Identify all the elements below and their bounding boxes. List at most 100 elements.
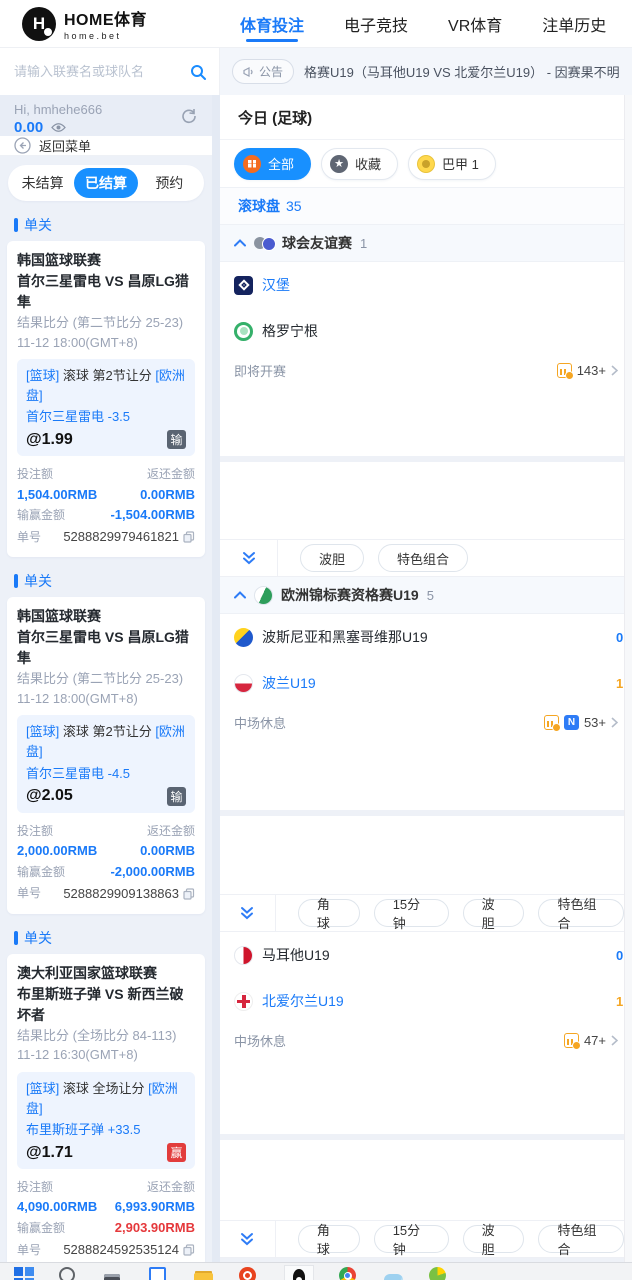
chip-favorites-label: 收藏	[355, 157, 382, 172]
accent-bar	[14, 574, 18, 589]
pnl-value: -1,504.00RMB	[110, 507, 195, 523]
odds-area	[220, 738, 624, 810]
os-taskbar	[0, 1262, 632, 1280]
bet-selection: 首尔三星雷电 -3.5	[26, 409, 131, 425]
browser-app-icon[interactable]	[239, 1267, 256, 1280]
tab-reserved[interactable]: 预约	[138, 168, 201, 198]
correct-score-button[interactable]: 波胆	[462, 897, 525, 931]
result-badge-lose: 输	[167, 430, 186, 450]
bet-odds: @2.05	[26, 787, 73, 805]
qq-penguin-icon	[293, 1269, 305, 1280]
main-nav: 体育投注 电子竞技 VR体育 注单历史 赛果	[218, 0, 632, 48]
nav-sports-betting[interactable]: 体育投注	[240, 0, 304, 48]
bet-league: 韩国篮球联赛	[17, 252, 101, 268]
bosnia-flag-icon	[234, 627, 253, 647]
copy-icon[interactable]	[183, 531, 195, 543]
bet-type-label: 单关	[24, 929, 52, 946]
expand-more-button[interactable]	[220, 1221, 276, 1257]
special-combo-button[interactable]: 特色组合	[378, 544, 469, 572]
file-explorer-icon[interactable]	[194, 1273, 213, 1280]
search-bar	[0, 48, 220, 95]
return-value: 0.00RMB	[140, 486, 195, 502]
copy-icon[interactable]	[183, 888, 195, 900]
stake-label: 投注额	[17, 467, 54, 482]
nav-esports[interactable]: 电子竞技	[344, 0, 408, 48]
bet-teams: 布里斯班子弹 VS 新西兰破坏者	[17, 985, 184, 1023]
bet-card[interactable]: 韩国篮球联赛 首尔三星雷电 VS 昌原LG猎隼 结果比分 (第二节比分 25-2…	[7, 597, 205, 914]
taskbar-search-icon[interactable]	[59, 1267, 75, 1280]
chevron-right-icon	[611, 364, 618, 376]
section-title: 欧洲锦标赛资格赛U19	[281, 587, 419, 603]
filter-chips: 全部 ★ 收藏 巴甲 1	[220, 140, 624, 187]
expand-more-button[interactable]	[220, 895, 276, 931]
back-to-menu[interactable]: 返回菜单	[0, 136, 212, 156]
tab-settled[interactable]: 已结算	[74, 168, 138, 198]
team-row-away[interactable]: 格罗宁根	[220, 308, 624, 354]
bet-card[interactable]: 韩国篮球联赛 首尔三星雷电 VS 昌原LG猎隼 结果比分 (第二节比分 25-2…	[7, 241, 205, 558]
bet-card[interactable]: 澳大利亚国家篮球联赛 布里斯班子弹 VS 新西兰破坏者 结果比分 (全场比分 8…	[7, 953, 205, 1262]
main-panel: 今日 (足球) 全部 ★ 收藏 巴甲 1 滚球盘 35 球会友谊赛 1 汉堡 格…	[220, 95, 624, 1262]
chevron-up-icon	[234, 591, 246, 599]
min15-button[interactable]: 15分钟	[373, 897, 449, 931]
odds-area	[220, 816, 624, 894]
bet-time: 11-12 18:00(GMT+8)	[17, 690, 138, 706]
news-icon: N	[563, 714, 579, 730]
nav-vr-sports[interactable]: VR体育	[448, 0, 502, 48]
task-view-icon[interactable]	[149, 1267, 166, 1280]
qq-app-tile[interactable]	[284, 1265, 314, 1280]
cloud-app-icon[interactable]	[384, 1274, 403, 1280]
corner-button[interactable]: 角球	[297, 897, 360, 931]
expander-bar: 波胆 特色组合	[220, 539, 624, 577]
match-status-row[interactable]: 中场休息 N 53+	[220, 706, 624, 738]
more-markets-count: 143+	[576, 362, 606, 378]
eye-icon[interactable]	[51, 122, 67, 133]
odds-area	[220, 1140, 624, 1220]
refresh-icon[interactable]	[180, 107, 198, 125]
bet-market: 滚球 全场让分	[59, 1080, 149, 1096]
green-app-icon[interactable]	[429, 1267, 446, 1280]
match-status-row[interactable]: 即将开赛 143+	[220, 354, 624, 386]
bet-teams: 首尔三星雷电 VS 昌原LG猎隼	[17, 273, 189, 310]
chip-league-baja[interactable]: 巴甲 1	[408, 147, 496, 180]
live-label: 滚球盘	[238, 198, 280, 214]
windows-start-icon[interactable]	[14, 1267, 34, 1280]
tab-unsettled[interactable]: 未结算	[11, 168, 74, 198]
return-label: 返还金额	[146, 823, 195, 838]
match-status-row[interactable]: 中场休息 47+	[220, 1024, 624, 1056]
team-row-home[interactable]: 马耳他U19 0	[220, 932, 624, 978]
special-combo-button[interactable]: 特色组合	[538, 1223, 624, 1257]
chrome-icon[interactable]	[339, 1267, 356, 1280]
stake-label: 投注额	[17, 823, 54, 838]
brand-logo[interactable]: H HOME体育 home.bet	[0, 6, 218, 41]
home-team-name: 马耳他U19	[262, 947, 330, 963]
expand-more-button[interactable]	[220, 540, 278, 576]
vertical-scrollbar[interactable]	[624, 95, 632, 1262]
correct-score-button[interactable]: 波胆	[462, 1223, 525, 1257]
team-row-home[interactable]: 汉堡	[220, 262, 624, 308]
nav-bet-history[interactable]: 注单历史	[542, 0, 606, 48]
search-input[interactable]	[14, 64, 190, 79]
announcement-bar: 公告 格赛U19（马耳他U19 VS 北爱尔兰U19） - 因赛果不明确，赛果将	[220, 48, 632, 95]
min15-button[interactable]: 15分钟	[373, 1223, 449, 1257]
live-betting-row[interactable]: 滚球盘 35	[220, 187, 624, 225]
chip-favorites[interactable]: ★ 收藏	[321, 147, 399, 180]
section-header-friendlies[interactable]: 球会友谊赛 1	[220, 225, 624, 262]
taskbar-app-icon[interactable]	[104, 1274, 120, 1280]
correct-score-button[interactable]: 波胆	[300, 544, 365, 572]
copy-icon[interactable]	[183, 1244, 195, 1256]
section-header-u19[interactable]: 欧洲锦标赛资格赛U19 5	[220, 577, 624, 614]
special-combo-button[interactable]: 特色组合	[538, 897, 624, 931]
team-row-away[interactable]: 北爱尔兰U19 1	[220, 978, 624, 1024]
team-row-home[interactable]: 波斯尼亚和黑塞哥维那U19 0	[220, 614, 624, 660]
home-score: 0	[616, 629, 624, 645]
accent-bar	[14, 930, 18, 945]
home-team-name: 波斯尼亚和黑塞哥维那U19	[262, 629, 428, 645]
chip-all[interactable]: 全部	[234, 147, 312, 180]
bet-no-label: 单号	[17, 886, 42, 901]
bet-market: 滚球 第2节让分	[59, 368, 156, 383]
poland-flag-icon	[234, 673, 253, 693]
corner-button[interactable]: 角球	[297, 1223, 360, 1257]
pnl-label: 输赢金额	[17, 1220, 66, 1235]
team-row-away[interactable]: 波兰U19 1	[220, 660, 624, 706]
search-icon[interactable]	[190, 64, 206, 80]
